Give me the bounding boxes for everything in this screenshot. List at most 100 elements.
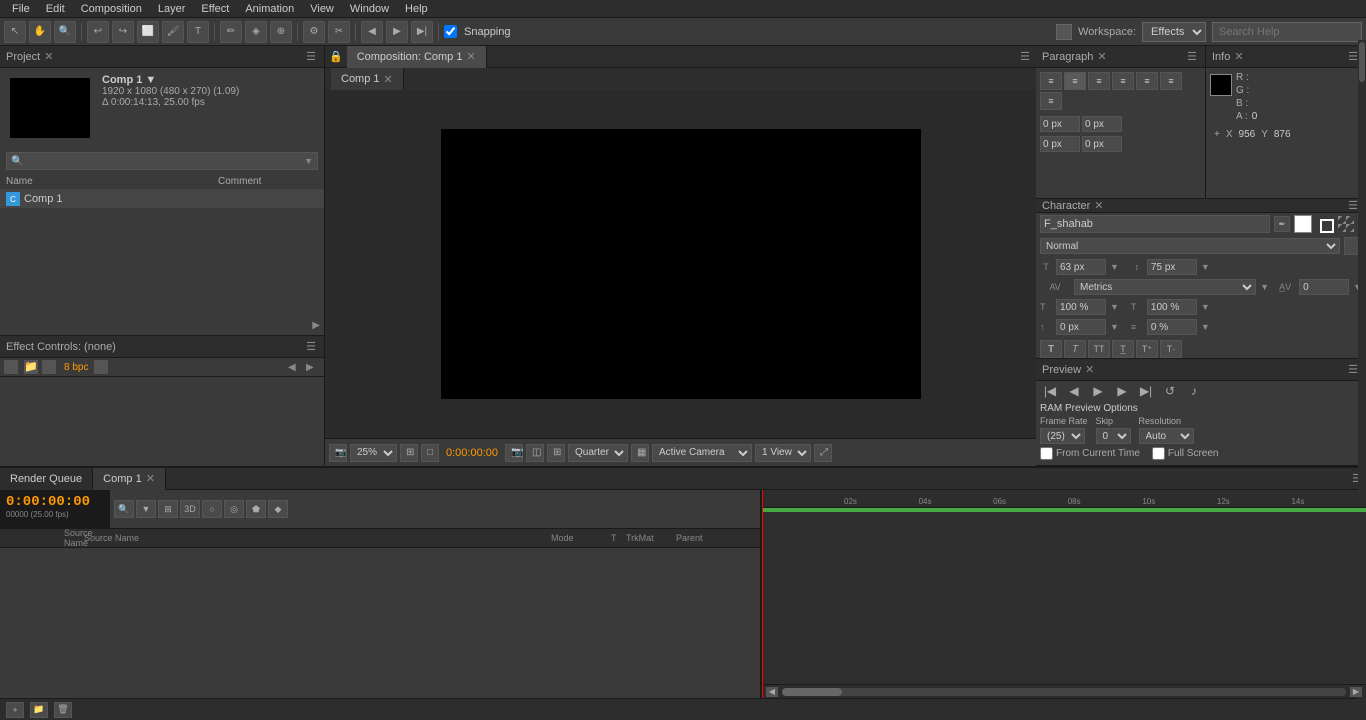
- preview-close[interactable]: ✕: [1085, 363, 1094, 376]
- comp-inner-tab-close[interactable]: ✕: [384, 73, 393, 86]
- baseline-input[interactable]: [1056, 319, 1106, 335]
- align-full-btn[interactable]: ≡: [1040, 92, 1062, 110]
- tsumi-dropdown[interactable]: ▼: [1201, 322, 1210, 332]
- tool-hand[interactable]: ✋: [29, 21, 51, 43]
- transparency-btn[interactable]: ◫: [526, 444, 544, 462]
- search-help-input[interactable]: [1212, 22, 1362, 42]
- comp1-timeline-close[interactable]: ✕: [146, 472, 155, 485]
- gradient-swatch[interactable]: [1338, 216, 1354, 232]
- from-current-time-label[interactable]: From Current Time: [1040, 447, 1140, 460]
- leading-input[interactable]: [1147, 259, 1197, 275]
- comp-tab-comp1[interactable]: Composition: Comp 1 ✕: [347, 46, 487, 68]
- baseline-dropdown[interactable]: ▼: [1110, 322, 1119, 332]
- panel-expand-right[interactable]: ▶: [306, 360, 320, 374]
- menu-help[interactable]: Help: [397, 2, 436, 16]
- style-btn-super[interactable]: T⁺: [1136, 340, 1158, 358]
- style-btn-bold[interactable]: T: [1040, 340, 1062, 358]
- timeline-scroll-thumb[interactable]: [782, 688, 842, 696]
- para-indent-right[interactable]: [1082, 116, 1122, 132]
- stroke-color-swatch[interactable]: [1320, 219, 1334, 233]
- comp1-timeline-tab[interactable]: Comp 1 ✕: [93, 468, 166, 490]
- tl-3d-btn[interactable]: 3D: [180, 500, 200, 518]
- kerning-dropdown[interactable]: Metrics: [1074, 279, 1256, 295]
- style-btn-italic[interactable]: T: [1064, 340, 1086, 358]
- timeline-scroll-track[interactable]: [782, 688, 1346, 696]
- info-color-swatch[interactable]: [1210, 74, 1232, 96]
- composition-viewport[interactable]: [325, 90, 1036, 438]
- render-queue-tab[interactable]: Render Queue: [0, 468, 93, 490]
- scale-v-input[interactable]: [1147, 299, 1197, 315]
- current-timecode[interactable]: 0:00:00:00: [6, 494, 104, 510]
- menu-composition[interactable]: Composition: [73, 2, 150, 16]
- color-management-icon[interactable]: [94, 360, 108, 374]
- tsumi-input[interactable]: [1147, 319, 1197, 335]
- align-justify-right-btn[interactable]: ≡: [1160, 72, 1182, 90]
- para-space-before[interactable]: [1040, 136, 1080, 152]
- status-btn-folder[interactable]: 📁: [30, 702, 48, 718]
- scale-h-input[interactable]: [1056, 299, 1106, 315]
- project-expand-btn[interactable]: ▶: [312, 320, 320, 331]
- font-size-dropdown[interactable]: ▼: [1110, 262, 1119, 272]
- tracking-input[interactable]: [1299, 279, 1349, 295]
- tool-pen[interactable]: ✏: [220, 21, 242, 43]
- text-color-swatch[interactable]: [1294, 215, 1312, 233]
- style-btn-smallcaps[interactable]: T̲: [1112, 340, 1134, 358]
- fit-to-window-btn[interactable]: ⊞: [400, 444, 418, 462]
- kerning-dd[interactable]: ▼: [1260, 282, 1269, 292]
- align-left-btn[interactable]: ≡: [1040, 72, 1062, 90]
- menu-animation[interactable]: Animation: [237, 2, 302, 16]
- tool-clone[interactable]: ⊕: [270, 21, 292, 43]
- preview-audio[interactable]: ♪: [1184, 383, 1204, 399]
- preview-skip-end[interactable]: ▶|: [1136, 383, 1156, 399]
- tool-undo[interactable]: ↩: [87, 21, 109, 43]
- pixel-aspect-btn[interactable]: □: [421, 444, 439, 462]
- from-current-time-checkbox[interactable]: [1040, 447, 1053, 460]
- timecode-display[interactable]: 0:00:00:00: [442, 447, 502, 459]
- footage-icon[interactable]: [4, 360, 18, 374]
- camera-btn[interactable]: 📷: [505, 444, 523, 462]
- style-btn-allcaps[interactable]: TT: [1088, 340, 1110, 358]
- timeline-scroll-left[interactable]: ◀: [766, 687, 778, 697]
- status-btn-new[interactable]: +: [6, 702, 24, 718]
- skip-select[interactable]: 0: [1096, 428, 1131, 444]
- align-center-btn[interactable]: ≡: [1064, 72, 1086, 90]
- para-space-after[interactable]: [1082, 136, 1122, 152]
- view-mode-dropdown[interactable]: Active Camera: [652, 444, 752, 462]
- snapping-toggle[interactable]: Snapping: [444, 25, 511, 38]
- project-search-dropdown[interactable]: ▼: [304, 156, 313, 166]
- full-screen-checkbox[interactable]: [1152, 447, 1165, 460]
- bpc-label[interactable]: 8 bpc: [64, 362, 88, 373]
- preview-play[interactable]: ▶: [1088, 383, 1108, 399]
- para-indent-left[interactable]: [1040, 116, 1080, 132]
- project-search-input[interactable]: [26, 155, 304, 167]
- tool-arrow[interactable]: ↖: [4, 21, 26, 43]
- tool-render[interactable]: ⬜: [137, 21, 159, 43]
- frame-rate-select[interactable]: (25): [1040, 428, 1085, 444]
- checkerboard-btn[interactable]: ▦: [631, 444, 649, 462]
- resolution-select[interactable]: Auto: [1139, 428, 1194, 444]
- project-search-bar[interactable]: 🔍 ▼: [6, 152, 318, 170]
- tl-frame-blend-btn[interactable]: ◎: [224, 500, 244, 518]
- tool-shape[interactable]: ◈: [245, 21, 267, 43]
- font-style-dropdown[interactable]: Normal: [1040, 238, 1340, 254]
- paragraph-close[interactable]: ✕: [1097, 50, 1106, 63]
- comp-expand-btn[interactable]: ⤢: [814, 444, 832, 462]
- tool-brush[interactable]: 🖌: [162, 21, 184, 43]
- comp-tab-close[interactable]: ✕: [466, 50, 475, 63]
- font-size-input[interactable]: [1056, 259, 1106, 275]
- quality-dropdown[interactable]: Quarter: [568, 444, 628, 462]
- timeline-scroll-right[interactable]: ▶: [1350, 687, 1362, 697]
- tool-prev-frame[interactable]: ◀: [361, 21, 383, 43]
- project-panel-close[interactable]: ✕: [44, 50, 53, 63]
- tool-next-frame[interactable]: ▶|: [411, 21, 433, 43]
- effect-controls-menu[interactable]: ☰: [304, 340, 318, 353]
- composition-icon[interactable]: [42, 360, 56, 374]
- menu-file[interactable]: File: [4, 2, 38, 16]
- tl-search-dropdown[interactable]: ▼: [136, 500, 156, 518]
- tl-graph-btn[interactable]: ⬟: [246, 500, 266, 518]
- preview-forward-frame[interactable]: ▶: [1112, 383, 1132, 399]
- tl-motion-blur-btn[interactable]: ○: [202, 500, 222, 518]
- paragraph-menu[interactable]: ☰: [1185, 50, 1199, 63]
- preview-back-frame[interactable]: ◀: [1064, 383, 1084, 399]
- project-panel-menu[interactable]: ☰: [304, 50, 318, 63]
